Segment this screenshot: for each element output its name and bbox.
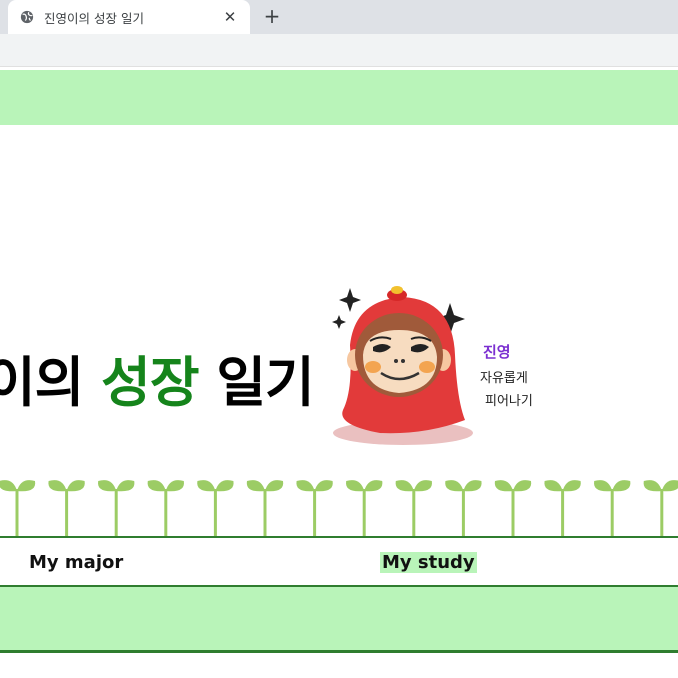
sprout-icon <box>594 480 631 537</box>
tab-strip: 진영이의 성장 일기 ✕ + <box>0 0 678 34</box>
sparkle-icon <box>332 315 346 329</box>
nav-top-rule <box>0 536 678 538</box>
mascot-illustration: 진영 자유롭게 피어나기 <box>332 286 533 445</box>
sprout-icon <box>246 480 284 537</box>
tab-title: 진영이의 성장 일기 <box>44 10 144 26</box>
sprout-icon <box>494 480 532 537</box>
header-band <box>0 70 678 125</box>
browser-toolbar <box>0 34 678 67</box>
sprout-icon <box>346 480 383 537</box>
title-highlight: 성장 <box>101 351 199 414</box>
browser-tab[interactable]: 진영이의 성장 일기 ✕ <box>8 0 250 34</box>
globe-icon <box>20 10 34 24</box>
sprout-icon <box>0 480 36 537</box>
footer-band <box>0 587 678 650</box>
mascot-caption-2: 자유롭게 <box>480 371 528 386</box>
title-part-2: 일기 <box>198 351 314 414</box>
mascot-caption-3: 피어나기 <box>485 394 533 409</box>
plus-icon[interactable]: + <box>260 4 284 28</box>
nav-my-major[interactable]: My major <box>29 552 123 573</box>
sprout-icon <box>445 480 482 537</box>
footer-rule <box>0 650 678 653</box>
sprout-icon <box>643 480 678 537</box>
sprout-icon <box>98 480 135 537</box>
sprout-icon <box>197 480 234 537</box>
sprout-divider <box>0 480 678 537</box>
sprout-icon <box>48 480 85 537</box>
sprout-icon <box>147 480 184 537</box>
page-title: 이의 성장 일기 <box>0 356 315 410</box>
sparkle-icon <box>339 288 361 312</box>
title-part-1: 이의 <box>0 351 84 414</box>
nav-my-study[interactable]: My study <box>380 552 477 573</box>
mascot-caption-1: 진영 <box>483 343 511 361</box>
sprout-icon <box>296 480 333 537</box>
sprout-icon <box>544 480 581 537</box>
close-icon[interactable]: ✕ <box>222 8 238 26</box>
sprout-icon <box>395 480 432 537</box>
